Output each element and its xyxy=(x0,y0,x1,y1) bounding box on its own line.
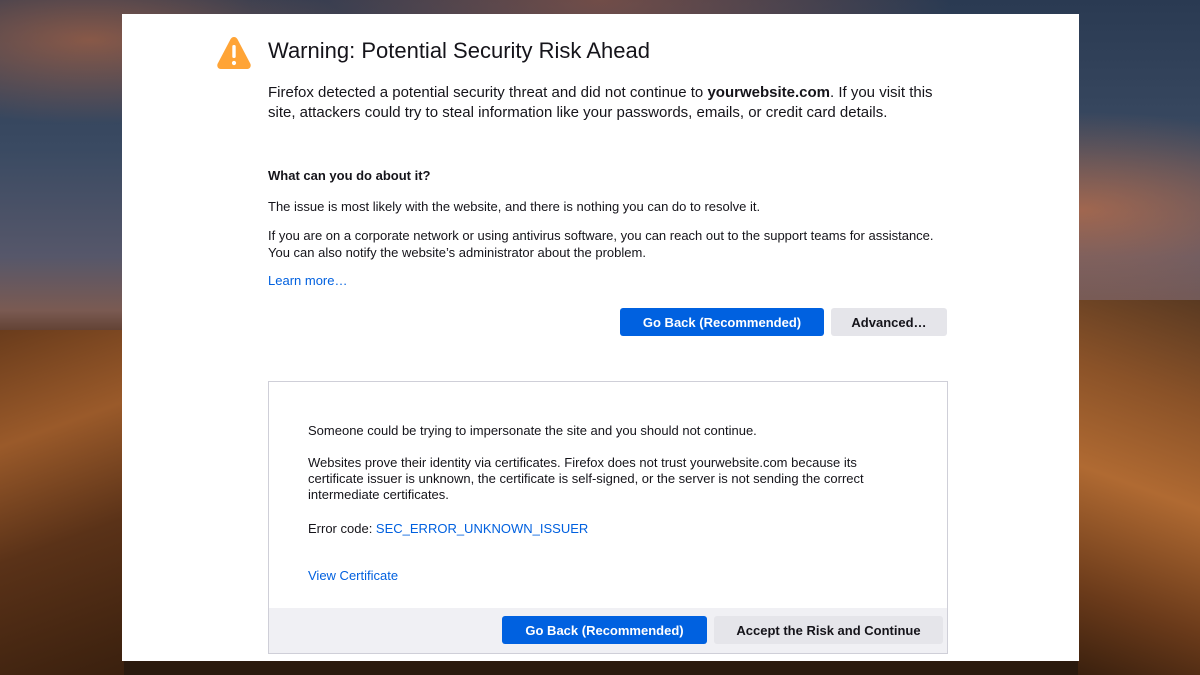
certificate-explanation: Websites prove their identity via certif… xyxy=(308,455,864,502)
intro-text-start: Firefox detected a potential security th… xyxy=(268,84,708,101)
warning-triangle-icon xyxy=(217,37,251,69)
security-warning-page: Warning: Potential Security Risk Ahead F… xyxy=(122,14,1079,661)
desktop-dune-left xyxy=(0,330,124,675)
go-back-button-advanced[interactable]: Go Back (Recommended) xyxy=(502,616,707,644)
intro-text: Firefox detected a potential security th… xyxy=(268,83,958,123)
error-code-link[interactable]: SEC_ERROR_UNKNOWN_ISSUER xyxy=(376,521,588,536)
error-code-label: Error code: xyxy=(308,521,376,536)
advanced-panel-footer: Go Back (Recommended) Accept the Risk an… xyxy=(269,608,947,653)
accept-risk-button[interactable]: Accept the Risk and Continue xyxy=(714,616,943,644)
desktop-dune-right xyxy=(1078,300,1200,675)
resolution-paragraph-2: If you are on a corporate network or usi… xyxy=(268,228,934,260)
target-site-name: yourwebsite.com xyxy=(707,84,830,101)
resolution-paragraph-1: The issue is most likely with the websit… xyxy=(268,199,761,214)
learn-more-link[interactable]: Learn more… xyxy=(268,273,347,288)
view-certificate-link[interactable]: View Certificate xyxy=(308,568,398,583)
impersonation-warning: Someone could be trying to impersonate t… xyxy=(308,423,757,438)
advanced-panel: Someone could be trying to impersonate t… xyxy=(268,381,948,654)
error-code-line: Error code: SEC_ERROR_UNKNOWN_ISSUER xyxy=(308,521,908,537)
page-title: Warning: Potential Security Risk Ahead xyxy=(268,38,650,63)
advanced-button[interactable]: Advanced… xyxy=(831,308,947,336)
go-back-button[interactable]: Go Back (Recommended) xyxy=(620,308,824,336)
what-can-you-do-heading: What can you do about it? xyxy=(268,168,431,183)
